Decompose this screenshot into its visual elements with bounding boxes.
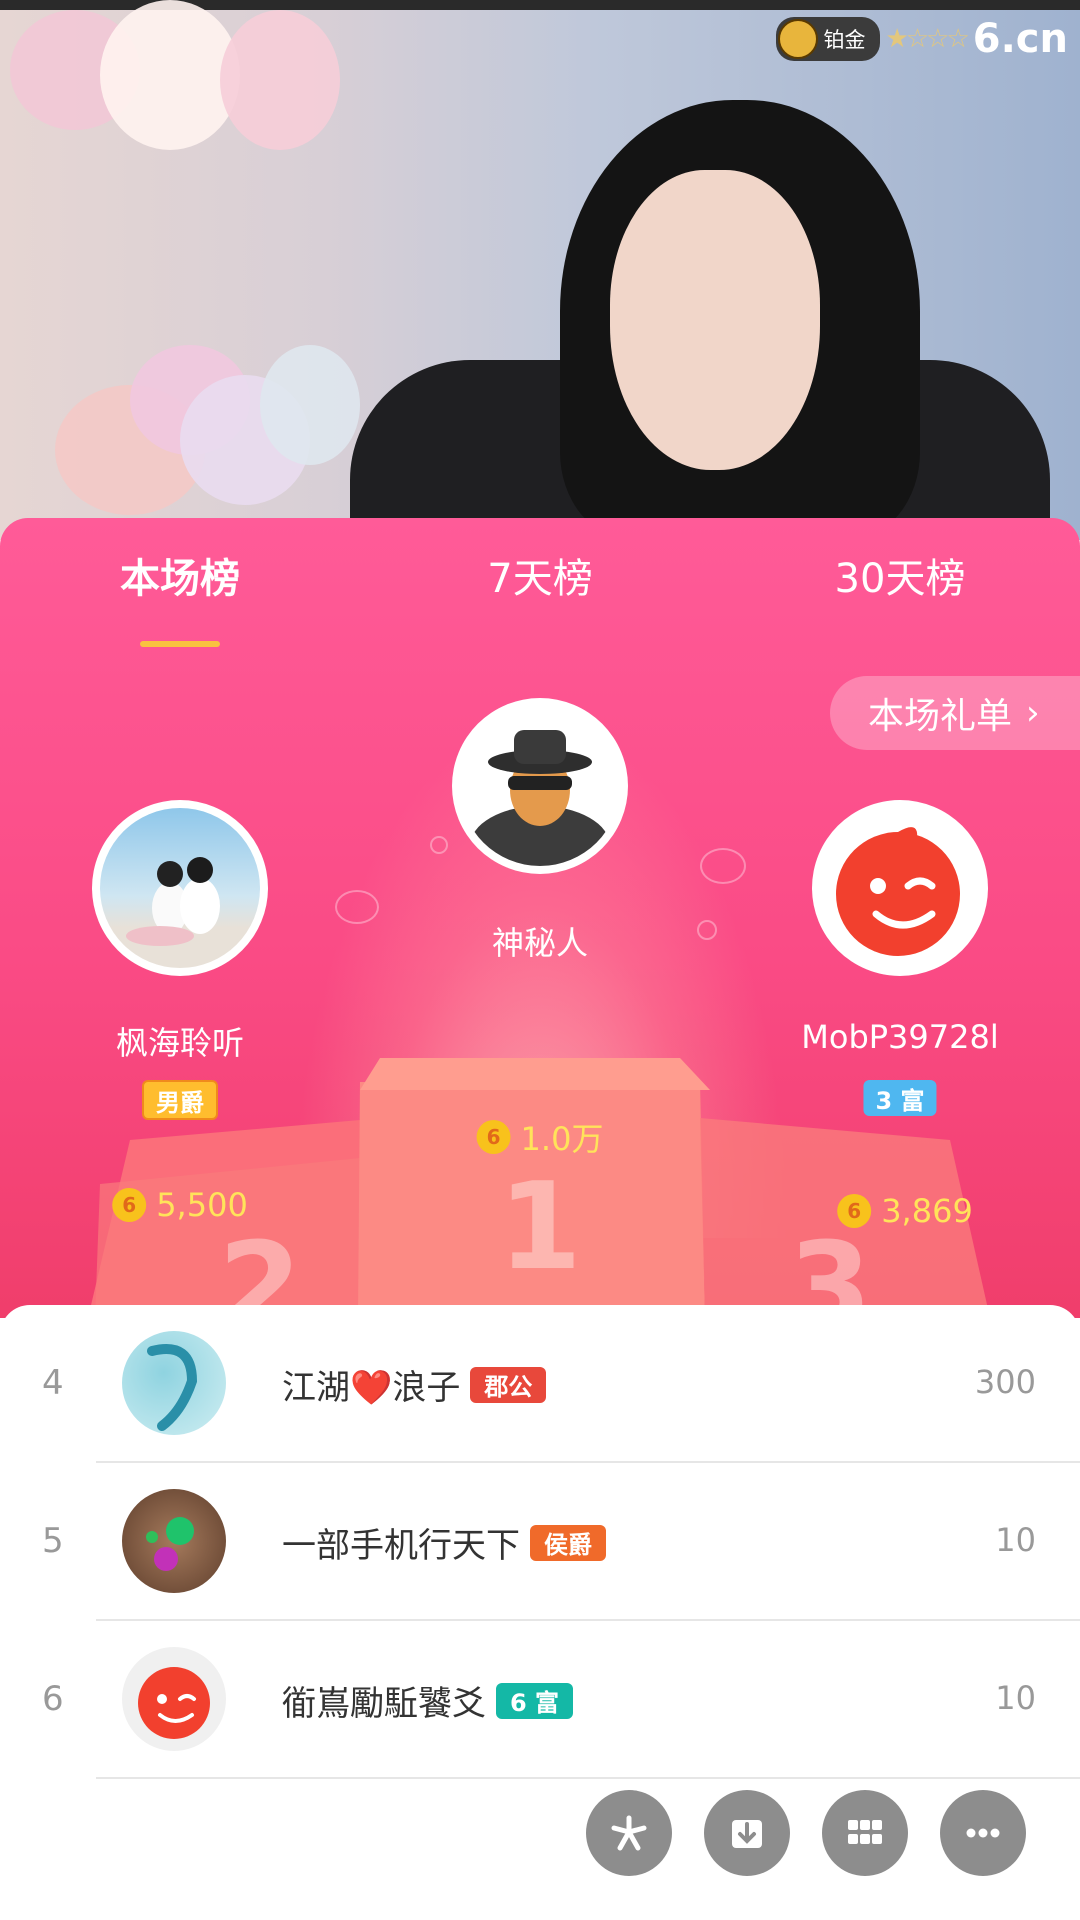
- list-item[interactable]: 4 江湖❤️浪子 郡公 300: [0, 1305, 1080, 1463]
- platinum-label: 铂金: [823, 28, 866, 52]
- gift-list-label: 本场礼单: [868, 696, 1013, 737]
- first-place-score-value: 1.0万: [520, 1120, 604, 1158]
- podium-number-3: 3: [788, 1218, 872, 1318]
- streamer-face: [610, 170, 820, 470]
- wealth-level-badge: 3 富: [863, 1080, 937, 1116]
- gift-amount: 10: [995, 1521, 1036, 1559]
- share-button[interactable]: [586, 1790, 672, 1876]
- user-name: 一部手机行天下 侯爵: [282, 1518, 606, 1567]
- grid-icon: [848, 1820, 882, 1844]
- third-place-avatar[interactable]: [812, 800, 988, 976]
- rank-number: 6: [42, 1679, 64, 1719]
- user-name-text: 江湖❤️浪子: [282, 1368, 461, 1408]
- rank-number: 4: [42, 1363, 64, 1403]
- sparkle: [430, 836, 448, 854]
- second-place-score-value: 5,500: [156, 1186, 248, 1224]
- coin-icon: 6: [112, 1188, 147, 1222]
- third-place-name: MobP39728l: [801, 1018, 999, 1056]
- couple-photo: [100, 808, 260, 968]
- mystery-person-icon: [460, 706, 620, 866]
- podium-number-2: 2: [218, 1218, 302, 1318]
- tab-current-session[interactable]: 本场榜: [120, 546, 240, 604]
- jewelry-avatar-icon: [122, 1489, 226, 1593]
- platinum-icon: [777, 19, 818, 59]
- default-6cn-avatar-icon: [122, 1647, 226, 1751]
- active-tab-indicator: [140, 641, 220, 647]
- ranking-panel: 本场榜 7天榜 30天榜 本场礼单 › 1 2 3 神秘人 6 1.0万 枫海聆…: [0, 518, 1080, 1318]
- tab-7-day[interactable]: 7天榜: [487, 546, 592, 604]
- third-place-score: 6 3,869: [837, 1192, 973, 1230]
- second-place-score: 6 5,500: [112, 1186, 248, 1224]
- gift-amount: 10: [995, 1679, 1036, 1717]
- action-buttons: [586, 1790, 1026, 1876]
- gift-list-button[interactable]: 本场礼单 ›: [830, 676, 1080, 750]
- first-place-score: 6 1.0万: [476, 1114, 604, 1160]
- second-place-name: 枫海聆听: [115, 1024, 245, 1062]
- balloon: [260, 345, 360, 465]
- ranking-tabs: 本场榜 7天榜 30天榜: [0, 546, 1080, 647]
- second-place-avatar[interactable]: [92, 800, 268, 976]
- sparkle: [700, 848, 746, 884]
- platinum-badge: 铂金: [775, 17, 880, 61]
- third-place-score-value: 3,869: [881, 1192, 973, 1230]
- divider: [96, 1777, 1080, 1779]
- site-logo: 6.cn: [972, 16, 1068, 62]
- star-rating: ★☆☆☆: [885, 24, 970, 54]
- user-name-text: 一部手机行天下: [282, 1526, 520, 1566]
- live-video[interactable]: 铂金 ★☆☆☆ 6.cn: [0, 0, 1080, 540]
- marquis-badge: 侯爵: [530, 1524, 606, 1561]
- duke-badge: 郡公: [470, 1366, 547, 1403]
- dragon-avatar-icon: [122, 1331, 226, 1435]
- default-6cn-avatar-icon: [820, 808, 980, 968]
- more-button[interactable]: [940, 1790, 1026, 1876]
- sparkle: [335, 890, 379, 924]
- download-button[interactable]: [704, 1790, 790, 1876]
- stream-badges: 铂金 ★☆☆☆ 6.cn: [775, 16, 1068, 62]
- balloon: [100, 0, 240, 150]
- baron-badge: 男爵: [142, 1080, 218, 1120]
- podium-first-top: [360, 1058, 710, 1090]
- list-item[interactable]: 5 一部手机行天下 侯爵 10: [0, 1463, 1080, 1621]
- wealth-level-badge: 6 富: [496, 1682, 574, 1719]
- download-icon: [732, 1820, 762, 1848]
- share-icon: [611, 1815, 647, 1851]
- user-name-text: 衜嶌勵駈饕爻: [282, 1684, 486, 1724]
- apps-grid-button[interactable]: [822, 1790, 908, 1876]
- coin-icon: 6: [837, 1194, 872, 1228]
- rank-number: 5: [42, 1521, 64, 1561]
- chevron-right-icon: ›: [1026, 693, 1040, 733]
- first-place-avatar[interactable]: [452, 698, 628, 874]
- tab-30-day[interactable]: 30天榜: [835, 546, 966, 604]
- more-dots-icon: [966, 1828, 1000, 1838]
- podium-number-1: 1: [498, 1158, 582, 1297]
- coin-icon: 6: [476, 1120, 511, 1154]
- balloon: [220, 10, 340, 150]
- user-name: 衜嶌勵駈饕爻 6 富: [282, 1676, 574, 1725]
- sparkle: [697, 920, 717, 940]
- list-item[interactable]: 6 衜嶌勵駈饕爻 6 富 10: [0, 1621, 1080, 1779]
- user-name: 江湖❤️浪子 郡公: [282, 1360, 547, 1409]
- first-place-name: 神秘人: [491, 924, 589, 962]
- gift-amount: 300: [974, 1363, 1036, 1401]
